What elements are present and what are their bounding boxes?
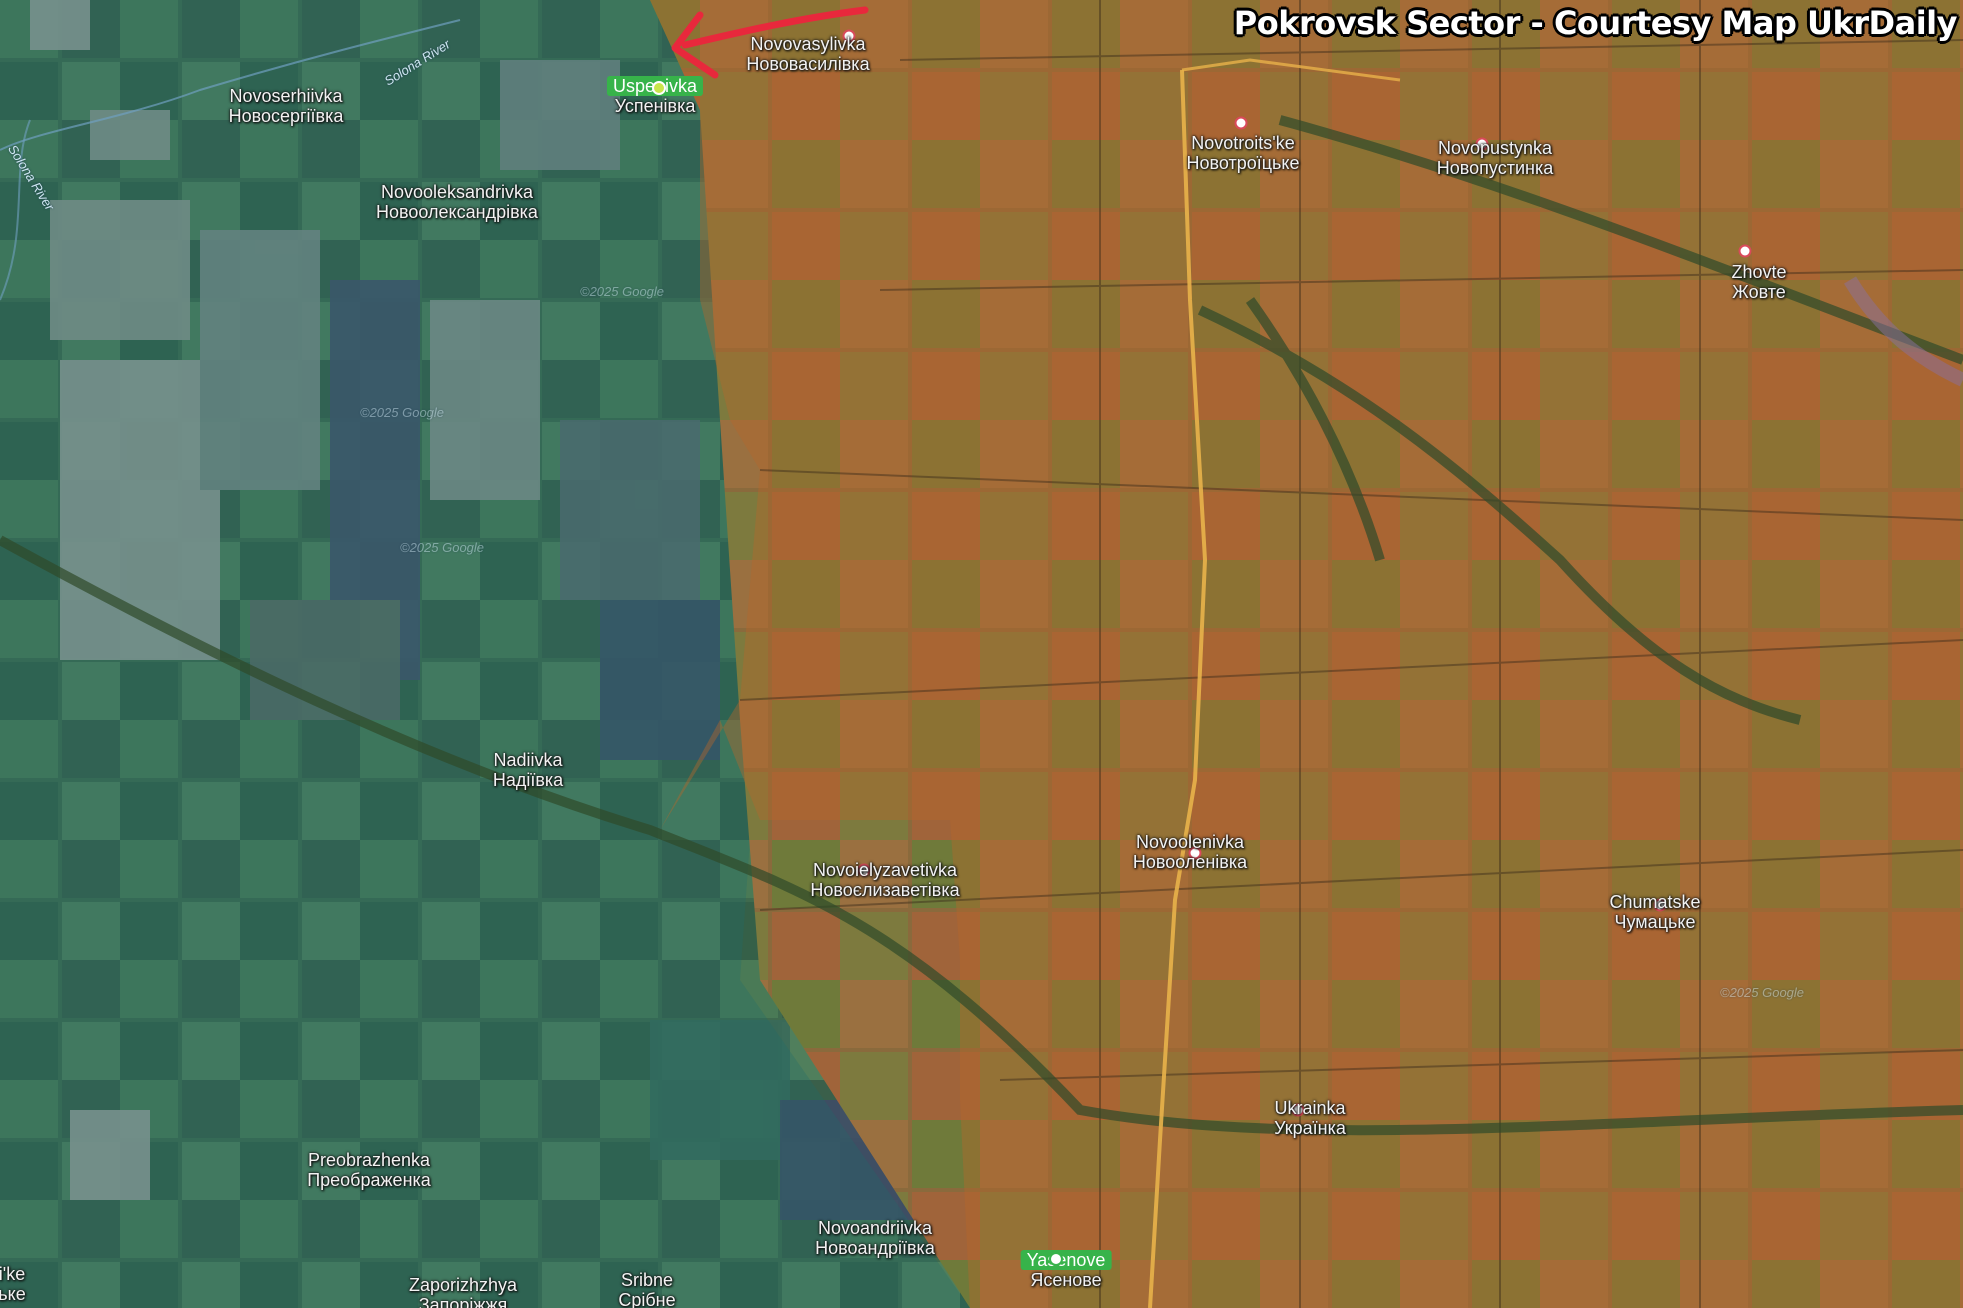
place-marker[interactable] — [1738, 244, 1752, 258]
place-marker[interactable] — [1049, 1252, 1063, 1266]
place-label[interactable]: i'ke ьке — [0, 1264, 26, 1304]
place-label[interactable]: Ukrainka Українка — [1274, 1098, 1346, 1138]
place-label[interactable]: Zaporizhzhya Запоріжжя — [409, 1275, 517, 1308]
place-label[interactable]: Chumatske Чумацьке — [1609, 892, 1700, 932]
place-label[interactable]: Novoolenivka Новооленівка — [1133, 832, 1247, 872]
map-title: Pokrovsk Sector - Courtesy Map UkrDaily — [1233, 4, 1958, 42]
place-label[interactable]: Novoserhiivka Новосергіївка — [229, 86, 344, 126]
place-label[interactable]: Novoielyzavetivka Новоєлизаветівка — [810, 860, 959, 900]
place-label[interactable]: Novooleksandrivka Новоолександрівка — [376, 182, 538, 222]
place-label[interactable]: Novopustynka Новопустинка — [1437, 138, 1553, 178]
map-canvas[interactable]: ©2025 Google ©2025 Google ©2025 Google ©… — [0, 0, 1963, 1308]
place-label[interactable]: Sribne Срібне — [618, 1270, 675, 1308]
place-marker[interactable] — [652, 81, 666, 95]
place-label[interactable]: Yasenove Ясенове — [1020, 1250, 1112, 1290]
watermark: ©2025 Google — [580, 284, 665, 299]
place-label[interactable]: Nadiivka Надіївка — [493, 750, 563, 790]
place-marker[interactable] — [1234, 116, 1248, 130]
place-label[interactable]: Novoandriivka Новоандріївка — [815, 1218, 935, 1258]
place-label[interactable]: Novotroits'ke Новотроїцьке — [1186, 133, 1299, 173]
place-label[interactable]: Novovasylivka Нововасилівка — [746, 34, 869, 74]
watermark: ©2025 Google — [1720, 985, 1805, 1000]
satellite-imagery — [0, 0, 1963, 1308]
place-label[interactable]: Zhovte Жовте — [1731, 262, 1786, 302]
watermark: ©2025 Google — [400, 540, 485, 555]
watermark: ©2025 Google — [360, 405, 445, 420]
place-label[interactable]: Preobrazhenka Преображенка — [307, 1150, 431, 1190]
yasenove-pin: Yasenove — [1020, 1250, 1112, 1270]
